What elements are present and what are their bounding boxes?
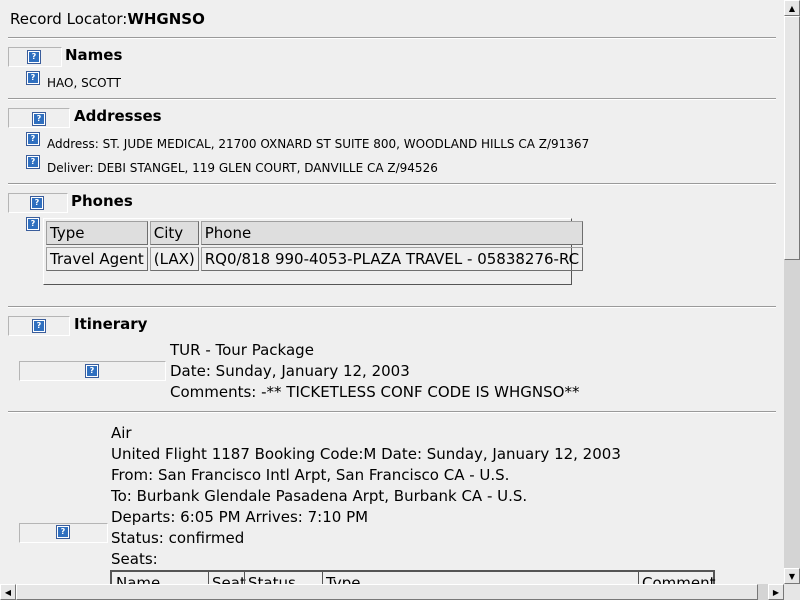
help-icon[interactable]: ?	[26, 71, 40, 85]
addresses-title: Addresses	[74, 107, 162, 125]
scroll-down-icon[interactable]: ▼	[784, 568, 800, 584]
divider	[8, 98, 776, 100]
names-title: Names	[65, 46, 123, 64]
air-seats-label: Seats:	[111, 550, 158, 568]
column-header: Type	[46, 221, 148, 245]
record-locator: Record Locator:WHGNSO	[10, 10, 205, 28]
phones-grid: Type City Phone Travel Agent (LAX) RQ0/8…	[44, 219, 585, 273]
table-row: Travel Agent (LAX) RQ0/818 990-4053-PLAZ…	[46, 247, 584, 271]
table-cell: RQ0/818 990-4053-PLAZA TRAVEL - 05838276…	[200, 247, 584, 271]
column-header: Comment	[642, 574, 716, 584]
scroll-up-icon[interactable]: ▲	[784, 0, 800, 16]
horizontal-scroll-thumb[interactable]	[16, 584, 758, 600]
divider	[8, 306, 776, 308]
name-item: HAO, SCOTT	[47, 76, 121, 90]
help-icon[interactable]: ?	[26, 217, 40, 231]
table-header-row: Type City Phone	[46, 221, 584, 245]
divider	[8, 411, 776, 413]
help-icon[interactable]: ?	[56, 525, 70, 539]
vertical-scroll-thumb[interactable]	[784, 16, 800, 260]
column-header: City	[149, 221, 199, 245]
record-locator-value: WHGNSO	[127, 10, 205, 28]
address-item: Deliver: DEBI STANGEL, 119 GLEN COURT, D…	[47, 161, 438, 175]
air-from: From: San Francisco Intl Arpt, San Franc…	[111, 466, 510, 484]
air-to: To: Burbank Glendale Pasadena Arpt, Burb…	[111, 487, 528, 505]
phones-title: Phones	[71, 192, 133, 210]
air-times: Departs: 6:05 PM Arrives: 7:10 PM	[111, 508, 369, 526]
help-icon[interactable]: ?	[26, 132, 40, 146]
help-icon[interactable]: ?	[32, 319, 46, 333]
column-header: Type	[326, 574, 361, 584]
help-icon[interactable]: ?	[85, 364, 99, 378]
help-icon[interactable]: ?	[32, 112, 46, 126]
horizontal-scrollbar[interactable]: ◀ ▶	[0, 584, 784, 600]
address-item: Address: ST. JUDE MEDICAL, 21700 OXNARD …	[47, 137, 590, 151]
air-type: Air	[111, 424, 132, 442]
tour-type: TUR - Tour Package	[170, 341, 314, 359]
page-viewport: Record Locator:WHGNSO ? Names ? HAO, SCO…	[0, 0, 784, 584]
divider	[8, 37, 776, 39]
divider	[8, 183, 776, 185]
air-status: Status: confirmed	[111, 529, 245, 547]
column-header: Status	[248, 574, 296, 584]
record-locator-label: Record Locator:	[10, 10, 128, 28]
scrollbar-corner	[784, 584, 800, 600]
phones-table: Type City Phone Travel Agent (LAX) RQ0/8…	[43, 218, 584, 285]
help-icon[interactable]: ?	[27, 50, 41, 64]
itinerary-title: Itinerary	[74, 315, 148, 333]
tour-date: Date: Sunday, January 12, 2003	[170, 362, 410, 380]
column-header: Seat	[212, 574, 246, 584]
seats-table: Name Seat Status Type Comment	[110, 570, 716, 584]
column-header: Name	[116, 574, 161, 584]
scroll-right-icon[interactable]: ▶	[768, 584, 784, 600]
column-header: Phone	[200, 221, 584, 245]
table-cell: (LAX)	[149, 247, 199, 271]
help-icon[interactable]: ?	[30, 196, 44, 210]
help-icon[interactable]: ?	[26, 155, 40, 169]
tour-comments: Comments: -** TICKETLESS CONF CODE IS WH…	[170, 383, 580, 401]
table-cell: Travel Agent	[46, 247, 148, 271]
vertical-scrollbar[interactable]: ▲ ▼	[784, 0, 800, 584]
air-flight: United Flight 1187 Booking Code:M Date: …	[111, 445, 621, 463]
scroll-left-icon[interactable]: ◀	[0, 584, 16, 600]
